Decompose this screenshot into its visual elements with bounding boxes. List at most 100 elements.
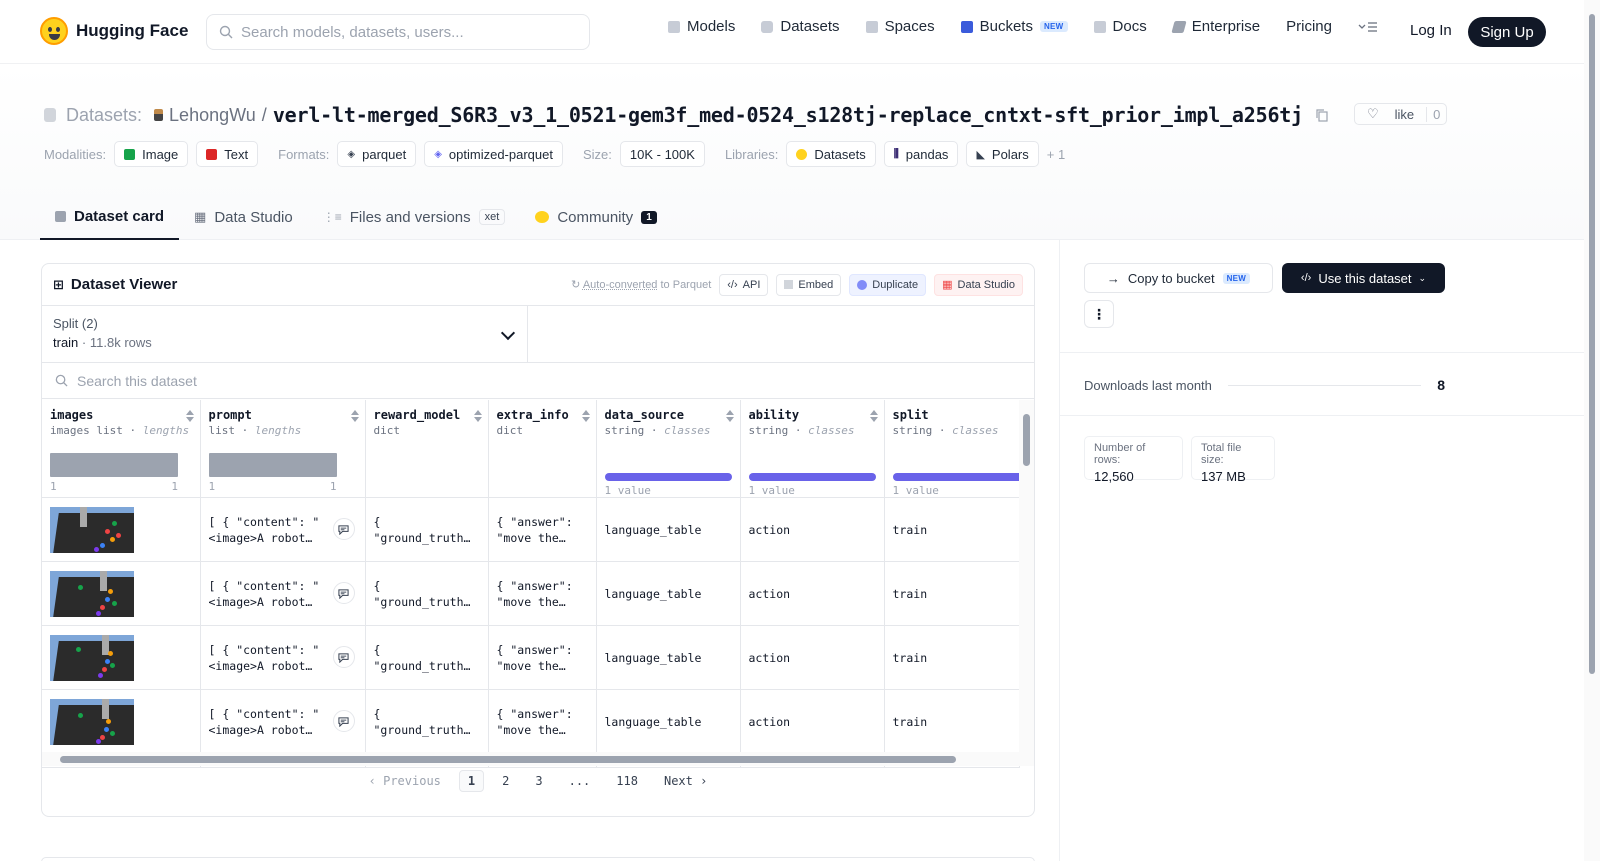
nav-pricing[interactable]: Pricing [1286, 18, 1332, 35]
page-118-button[interactable]: 118 [608, 771, 646, 791]
view-conversation-icon[interactable] [333, 518, 355, 540]
nav-datasets[interactable]: Datasets [761, 18, 839, 35]
cell-images[interactable] [42, 690, 200, 754]
class-distribution-bar[interactable] [605, 473, 732, 481]
cell-images[interactable] [42, 562, 200, 626]
signup-button[interactable]: Sign Up [1468, 17, 1546, 47]
cell-prompt[interactable]: [ { "content": " <image>A robot… [200, 498, 365, 562]
length-histogram-bar[interactable] [209, 453, 337, 477]
dataset-search-input[interactable]: Search this dataset [42, 363, 1034, 399]
cell-prompt[interactable]: [ { "content": " <image>A robot… [200, 690, 365, 754]
class-distribution-bar[interactable] [749, 473, 876, 481]
brand-logo[interactable]: Hugging Face [40, 17, 188, 45]
cell-split[interactable]: train [884, 562, 1019, 626]
sort-icon[interactable] [186, 410, 194, 422]
cell-prompt[interactable]: [ { "content": " <image>A robot… [200, 626, 365, 690]
scrollbar-thumb[interactable] [1589, 14, 1595, 674]
length-histogram-bar[interactable] [50, 453, 178, 477]
tab-community[interactable]: Community 1 [520, 194, 671, 240]
image-thumbnail[interactable] [50, 507, 134, 553]
cell-images[interactable] [42, 498, 200, 562]
nav-models[interactable]: Models [668, 18, 735, 35]
libraries-more-link[interactable]: + 1 [1047, 147, 1065, 162]
library-polars-chip[interactable]: ◣ Polars [966, 141, 1038, 167]
view-conversation-icon[interactable] [333, 710, 355, 732]
cell-ability[interactable]: action [740, 690, 884, 754]
library-datasets-chip[interactable]: Datasets [786, 141, 875, 167]
nav-more-menu[interactable] [1358, 21, 1378, 33]
cell-extra-info[interactable]: { "answer": "move the… [488, 626, 596, 690]
split-select[interactable]: Split (2) train · 11.8k rows [42, 306, 528, 362]
like-button[interactable]: ♡ like 0 [1354, 103, 1447, 125]
embed-button[interactable]: Embed [776, 274, 841, 296]
cell-reward-model[interactable]: { "ground_truth… [365, 626, 488, 690]
page-1-button[interactable]: 1 [459, 770, 484, 792]
copy-icon[interactable] [1315, 108, 1329, 122]
nav-spaces[interactable]: Spaces [866, 18, 935, 35]
data-studio-button[interactable]: ▦ Data Studio [934, 274, 1023, 296]
sort-icon[interactable] [870, 410, 878, 422]
column-extra-info[interactable]: extra_info dict [488, 400, 596, 498]
library-pandas-chip[interactable]: ⫼ pandas [884, 141, 959, 167]
use-this-dataset-button[interactable]: ‹/› Use this dataset ⌄ [1282, 263, 1445, 293]
copy-to-bucket-button[interactable]: → Copy to bucket NEW [1084, 263, 1273, 293]
image-thumbnail[interactable] [50, 571, 134, 617]
table-vertical-scrollbar[interactable] [1019, 400, 1034, 752]
column-reward-model[interactable]: reward_model dict [365, 400, 488, 498]
cell-data-source[interactable]: language_table [596, 626, 740, 690]
sort-icon[interactable] [474, 410, 482, 422]
modality-text-chip[interactable]: Text [196, 141, 258, 167]
image-thumbnail[interactable] [50, 635, 134, 681]
page-2-button[interactable]: 2 [494, 771, 517, 791]
class-distribution-bar[interactable] [893, 473, 1020, 481]
column-prompt[interactable]: prompt list · lengths 1 1 [200, 400, 365, 498]
dataset-name-link[interactable]: verl-lt-merged_S6R3_v3_1_0521-gem3f_med-… [273, 103, 1303, 127]
format-parquet-chip[interactable]: ◈ parquet [337, 141, 416, 167]
cell-data-source[interactable]: language_table [596, 690, 740, 754]
page-scrollbar[interactable] [1584, 0, 1600, 861]
more-options-button[interactable]: ⋮ [1084, 300, 1114, 328]
duplicate-button[interactable]: Duplicate [849, 274, 926, 296]
nav-docs[interactable]: Docs [1094, 18, 1147, 35]
format-optimized-parquet-chip[interactable]: ◈ optimized-parquet [424, 141, 563, 167]
next-page-button[interactable]: Next › [656, 771, 715, 791]
modality-image-chip[interactable]: Image [114, 141, 188, 167]
cell-reward-model[interactable]: { "ground_truth… [365, 498, 488, 562]
table-row[interactable]: [ { "content": " <image>A robot…{ "groun… [42, 626, 1019, 690]
cell-split[interactable]: train [884, 690, 1019, 754]
tab-files-and-versions[interactable]: ⋮≡ Files and versions xet [308, 194, 521, 240]
cell-images[interactable] [42, 626, 200, 690]
api-button[interactable]: ‹/› API [719, 274, 768, 296]
column-images[interactable]: images images list · lengths 1 1 [42, 400, 200, 498]
cell-reward-model[interactable]: { "ground_truth… [365, 690, 488, 754]
nav-enterprise[interactable]: Enterprise [1173, 18, 1260, 35]
login-link[interactable]: Log In [1410, 22, 1452, 39]
column-split[interactable]: split string · classes 1 value [884, 400, 1019, 498]
cell-extra-info[interactable]: { "answer": "move the… [488, 562, 596, 626]
size-chip[interactable]: 10K - 100K [620, 141, 705, 167]
sort-icon[interactable] [726, 410, 734, 422]
column-ability[interactable]: ability string · classes 1 value [740, 400, 884, 498]
cell-data-source[interactable]: language_table [596, 562, 740, 626]
global-search-input[interactable]: Search models, datasets, users... [206, 14, 590, 50]
cell-prompt[interactable]: [ { "content": " <image>A robot… [200, 562, 365, 626]
nav-buckets[interactable]: Buckets NEW [961, 18, 1068, 35]
column-data-source[interactable]: data_source string · classes 1 value [596, 400, 740, 498]
table-horizontal-scrollbar[interactable] [42, 752, 1034, 766]
tab-data-studio[interactable]: ▦ Data Studio [179, 194, 308, 240]
cell-split[interactable]: train [884, 626, 1019, 690]
cell-data-source[interactable]: language_table [596, 498, 740, 562]
table-row[interactable]: [ { "content": " <image>A robot…{ "groun… [42, 562, 1019, 626]
cell-extra-info[interactable]: { "answer": "move the… [488, 498, 596, 562]
cell-ability[interactable]: action [740, 626, 884, 690]
cell-ability[interactable]: action [740, 562, 884, 626]
scrollbar-thumb[interactable] [60, 756, 956, 763]
table-row[interactable]: [ { "content": " <image>A robot…{ "groun… [42, 690, 1019, 754]
sort-icon[interactable] [582, 410, 590, 422]
view-conversation-icon[interactable] [333, 646, 355, 668]
cell-ability[interactable]: action [740, 498, 884, 562]
previous-page-button[interactable]: ‹ Previous [361, 771, 449, 791]
cell-extra-info[interactable]: { "answer": "move the… [488, 690, 596, 754]
image-thumbnail[interactable] [50, 699, 134, 745]
page-3-button[interactable]: 3 [527, 771, 550, 791]
